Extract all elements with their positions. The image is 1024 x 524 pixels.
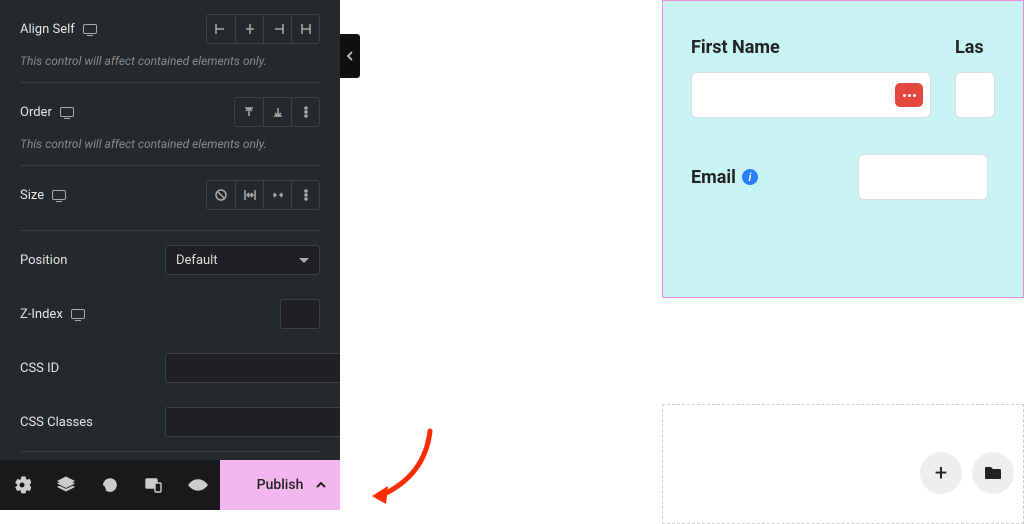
- password-manager-icon[interactable]: [895, 83, 923, 107]
- align-start-button[interactable]: [207, 15, 235, 43]
- size-none-button[interactable]: [207, 181, 235, 209]
- css-classes-input-group: [165, 407, 320, 437]
- align-stretch-button[interactable]: [291, 15, 319, 43]
- size-more-button[interactable]: [291, 181, 319, 209]
- display-conditions-row: Display Conditions: [20, 452, 320, 460]
- responsive-icon[interactable]: [52, 190, 66, 200]
- panel-scroll: Align Self This control will affect cont…: [0, 0, 340, 460]
- align-self-label: Align Self: [20, 22, 97, 37]
- align-center-button[interactable]: [235, 15, 263, 43]
- order-last-button[interactable]: [263, 98, 291, 126]
- css-id-input-group: [165, 353, 320, 383]
- preview-button[interactable]: [176, 460, 220, 510]
- align-self-row: Align Self: [20, 0, 320, 54]
- position-row: Position Default: [20, 231, 320, 285]
- first-name-label: First Name: [691, 37, 931, 58]
- css-classes-label: CSS Classes: [20, 415, 93, 430]
- publish-options-button[interactable]: [310, 460, 332, 510]
- chevron-down-icon: [299, 258, 309, 263]
- form-row-names: First Name Las: [691, 37, 995, 118]
- size-shrink-button[interactable]: [263, 181, 291, 209]
- zindex-text: Z-Index: [20, 307, 63, 322]
- history-button[interactable]: [88, 460, 132, 510]
- add-widget-button[interactable]: +: [920, 452, 962, 494]
- collapse-sidebar-button[interactable]: [340, 34, 360, 78]
- order-options: [234, 97, 320, 127]
- responsive-mode-button[interactable]: [132, 460, 176, 510]
- order-more-button[interactable]: [291, 98, 319, 126]
- folder-icon: [984, 465, 1002, 481]
- floating-actions: +: [920, 452, 1014, 494]
- position-value: Default: [176, 253, 218, 268]
- email-text: Email: [691, 167, 736, 188]
- size-row: Size: [20, 166, 320, 220]
- align-self-hint: This control will affect contained eleme…: [20, 54, 320, 82]
- css-id-row: CSS ID: [20, 339, 320, 393]
- align-end-button[interactable]: [263, 15, 291, 43]
- css-id-label: CSS ID: [20, 361, 59, 376]
- order-first-button[interactable]: [235, 98, 263, 126]
- order-text: Order: [20, 105, 52, 120]
- first-name-group: First Name: [691, 37, 931, 118]
- last-name-label: Las: [955, 37, 995, 58]
- size-text: Size: [20, 188, 44, 203]
- sidebar-bottom-bar: Publish: [0, 460, 340, 510]
- folder-button[interactable]: [972, 452, 1014, 494]
- plus-icon: +: [935, 461, 947, 486]
- zindex-row: Z-Index: [20, 285, 320, 339]
- editor-canvas[interactable]: First Name Las Email i +: [362, 0, 1024, 510]
- info-icon[interactable]: i: [742, 169, 758, 185]
- last-name-input[interactable]: [955, 72, 995, 118]
- size-options: [206, 180, 320, 210]
- order-row: Order: [20, 83, 320, 137]
- css-id-input[interactable]: [165, 353, 340, 383]
- bottom-bar-icons: [0, 460, 220, 510]
- align-self-text: Align Self: [20, 22, 75, 37]
- css-classes-row: CSS Classes: [20, 393, 320, 447]
- responsive-icon[interactable]: [71, 309, 85, 319]
- navigator-button[interactable]: [44, 460, 88, 510]
- css-classes-input[interactable]: [165, 407, 340, 437]
- form-widget[interactable]: First Name Las Email i: [662, 0, 1024, 298]
- form-row-email: Email i: [691, 154, 995, 200]
- position-label: Position: [20, 253, 67, 268]
- email-label: Email i: [691, 167, 758, 188]
- zindex-input[interactable]: [280, 299, 320, 329]
- publish-label: Publish: [257, 477, 304, 493]
- size-grow-button[interactable]: [235, 181, 263, 209]
- email-input[interactable]: [858, 154, 988, 200]
- editor-sidebar: Align Self This control will affect cont…: [0, 0, 340, 510]
- zindex-label: Z-Index: [20, 307, 85, 322]
- last-name-group: Las: [955, 37, 995, 118]
- position-select[interactable]: Default: [165, 245, 320, 275]
- responsive-icon[interactable]: [83, 24, 97, 34]
- align-self-options: [206, 14, 320, 44]
- order-label: Order: [20, 105, 74, 120]
- size-label: Size: [20, 188, 66, 203]
- order-hint: This control will affect contained eleme…: [20, 137, 320, 165]
- responsive-icon[interactable]: [60, 107, 74, 117]
- settings-button[interactable]: [0, 460, 44, 510]
- publish-button[interactable]: Publish: [220, 460, 340, 510]
